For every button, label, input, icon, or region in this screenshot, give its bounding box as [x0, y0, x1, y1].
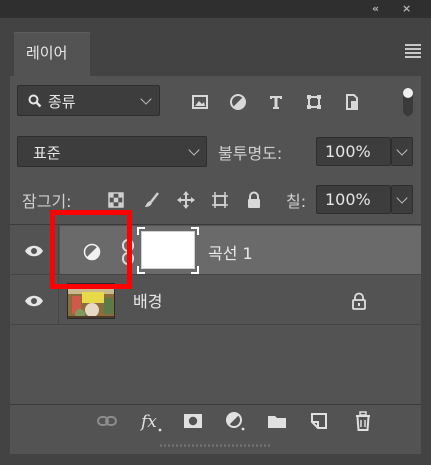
brush-icon[interactable] — [142, 190, 162, 210]
chevron-down-icon — [140, 93, 152, 105]
photo-thumbnail-icon — [68, 284, 114, 318]
layer-name-curves[interactable]: 곡선 1 — [208, 240, 253, 264]
bottom-toolbar-divider — [10, 404, 421, 405]
blend-mode-select[interactable]: 표준 — [17, 136, 207, 167]
svg-text:fx: fx — [140, 412, 157, 432]
fx-layer-style-icon[interactable]: fx — [140, 410, 162, 432]
tab-layers[interactable]: 레이어 — [14, 32, 90, 76]
new-adjustment-layer-icon[interactable] — [224, 410, 246, 432]
lock-label: 잠그기: — [22, 192, 72, 211]
layer-name-background[interactable]: 배경 — [133, 288, 162, 312]
panel-resize-grip[interactable] — [160, 444, 270, 447]
mask-corner-bracket — [191, 266, 199, 274]
filter-icons-group — [190, 92, 370, 112]
trash-icon[interactable] — [352, 410, 374, 432]
move-icon[interactable] — [176, 190, 196, 210]
eye-icon — [25, 245, 43, 257]
new-layer-icon[interactable] — [308, 410, 330, 432]
link-layers-icon[interactable] — [96, 410, 118, 432]
opacity-dropdown-button[interactable] — [391, 137, 413, 166]
panel-menu-icon[interactable] — [405, 44, 421, 58]
mask-corner-bracket — [137, 227, 145, 235]
red-highlight-annotation — [50, 210, 132, 289]
lock-icons-group — [106, 190, 276, 210]
chevron-down-icon — [188, 144, 200, 156]
lock-icon[interactable] — [244, 190, 264, 210]
panel-titlebar: « × — [0, 0, 431, 18]
tab-layers-label: 레이어 — [26, 44, 68, 62]
collapse-panel-button[interactable]: « — [372, 2, 379, 16]
opacity-value: 100% — [325, 142, 371, 161]
opacity-label: 불투명도: — [218, 144, 283, 163]
layers-bottom-toolbar: fx — [10, 406, 421, 436]
image-filter-icon[interactable] — [190, 92, 210, 112]
add-mask-icon[interactable] — [182, 410, 204, 432]
layers-panel-body: 종류 표준 불투명도: 100% 잠그기: 칠: 100% 곡선 1 배경 fx — [10, 76, 421, 454]
mask-corner-bracket — [191, 227, 199, 235]
layer-row-separator — [10, 324, 421, 325]
chevron-down-icon — [396, 192, 408, 204]
filter-toggle-knob — [403, 88, 413, 98]
layers-panel-window: « × 레이어 종류 표준 불투명도: 100% 잠그기: 칠: 100% 곡선… — [0, 0, 431, 465]
new-group-folder-icon[interactable] — [266, 410, 288, 432]
shape-filter-icon[interactable] — [304, 92, 324, 112]
panel-tab-row: 레이어 — [10, 18, 421, 76]
fill-dropdown-button[interactable] — [391, 185, 413, 214]
blend-mode-label: 표준 — [33, 144, 61, 162]
fill-label: 칠: — [286, 192, 307, 211]
layer-mask-thumbnail[interactable] — [141, 231, 195, 269]
opacity-input[interactable]: 100% — [316, 137, 391, 166]
filter-kind-label: 종류 — [48, 93, 76, 111]
type-filter-icon[interactable] — [266, 92, 286, 112]
lock-transparent-pixels-icon[interactable] — [106, 190, 126, 210]
mask-corner-bracket — [137, 266, 145, 274]
fill-input[interactable]: 100% — [316, 185, 391, 214]
filter-toggle-switch[interactable] — [403, 88, 413, 116]
smart-object-filter-icon[interactable] — [342, 92, 362, 112]
chevron-down-icon — [396, 144, 408, 156]
close-panel-button[interactable]: × — [402, 2, 411, 16]
artboard-icon[interactable] — [210, 190, 230, 210]
eye-icon — [25, 295, 43, 307]
search-icon — [28, 94, 42, 108]
fill-value: 100% — [325, 190, 371, 209]
adjustment-filter-icon[interactable] — [228, 92, 248, 112]
layer-lock-icon[interactable] — [351, 292, 367, 310]
filter-kind-select[interactable]: 종류 — [17, 85, 160, 116]
